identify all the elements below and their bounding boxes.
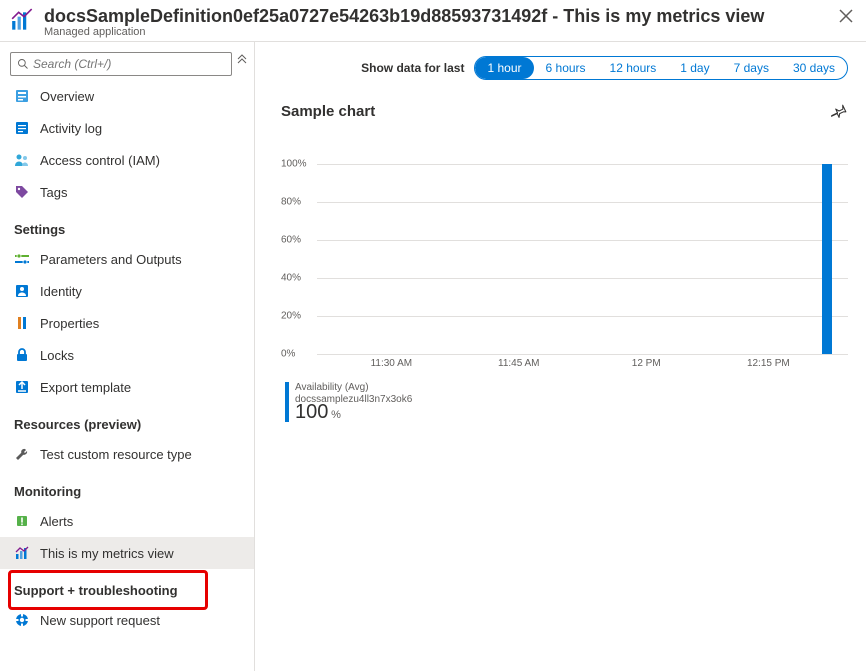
sidebar-group-label: Support + troubleshooting bbox=[0, 569, 254, 604]
sidebar-item-identity[interactable]: Identity bbox=[0, 275, 254, 307]
sidebar-item-parameters-and-outputs[interactable]: Parameters and Outputs bbox=[0, 243, 254, 275]
sidebar-item-test-custom-resource-type[interactable]: Test custom resource type bbox=[0, 438, 254, 470]
search-input[interactable] bbox=[33, 57, 225, 71]
sidebar-item-tags[interactable]: Tags bbox=[0, 176, 254, 208]
sidebar-item-label: Export template bbox=[40, 380, 131, 395]
locks-icon bbox=[14, 347, 30, 363]
sidebar-item-activity-log[interactable]: Activity log bbox=[0, 112, 254, 144]
sidebar-item-label: Identity bbox=[40, 284, 82, 299]
time-range-selector: 1 hour6 hours12 hours1 day7 days30 days bbox=[474, 56, 848, 80]
params-icon bbox=[14, 251, 30, 267]
x-tick: 11:45 AM bbox=[498, 358, 540, 369]
time-pill-1-hour[interactable]: 1 hour bbox=[475, 57, 533, 79]
sidebar-item-locks[interactable]: Locks bbox=[0, 339, 254, 371]
sidebar-item-alerts[interactable]: Alerts bbox=[0, 505, 254, 537]
metrics-icon bbox=[10, 8, 36, 34]
sidebar: Overview Activity log Access control (IAM)… bbox=[0, 42, 255, 671]
pin-icon[interactable] bbox=[830, 102, 848, 120]
activity-icon bbox=[14, 120, 30, 136]
wrench-icon bbox=[14, 446, 30, 462]
export-icon bbox=[14, 379, 30, 395]
main-content: Show data for last 1 hour6 hours12 hours… bbox=[255, 42, 866, 671]
sidebar-item-label: Locks bbox=[40, 348, 74, 363]
legend-series-name: Availability (Avg) bbox=[295, 382, 412, 394]
chart-area: 100%80%60%40%20%0% 11:30 AM11:45 AM12 PM… bbox=[281, 164, 848, 374]
time-pill-12-hours[interactable]: 12 hours bbox=[598, 57, 669, 79]
sidebar-item-label: Overview bbox=[40, 89, 94, 104]
sidebar-item-export-template[interactable]: Export template bbox=[0, 371, 254, 403]
time-pill-1-day[interactable]: 1 day bbox=[668, 57, 721, 79]
support-icon bbox=[14, 612, 30, 628]
close-icon[interactable] bbox=[838, 8, 854, 24]
legend-value: 100 bbox=[295, 401, 328, 423]
sidebar-item-label: Test custom resource type bbox=[40, 447, 192, 462]
collapse-icon[interactable] bbox=[236, 52, 248, 64]
y-tick: 80% bbox=[281, 197, 301, 208]
sidebar-item-label: Tags bbox=[40, 185, 67, 200]
search-input-wrapper[interactable] bbox=[10, 52, 232, 76]
overview-icon bbox=[14, 88, 30, 104]
search-icon bbox=[17, 58, 29, 70]
time-pill-6-hours[interactable]: 6 hours bbox=[534, 57, 598, 79]
chart-legend: Availability (Avg) docssamplezu4ll3n7x3o… bbox=[281, 382, 848, 422]
sidebar-item-properties[interactable]: Properties bbox=[0, 307, 254, 339]
sidebar-item-label: Properties bbox=[40, 316, 99, 331]
time-pill-7-days[interactable]: 7 days bbox=[722, 57, 781, 79]
tags-icon bbox=[14, 184, 30, 200]
grid-line bbox=[317, 354, 848, 355]
legend-unit: % bbox=[331, 409, 341, 421]
x-tick: 11:30 AM bbox=[371, 358, 413, 369]
sidebar-group-label: Resources (preview) bbox=[0, 403, 254, 438]
sidebar-item-new-support-request[interactable]: New support request bbox=[0, 604, 254, 636]
access-icon bbox=[14, 152, 30, 168]
metrics-icon bbox=[14, 545, 30, 561]
sidebar-item-label: New support request bbox=[40, 613, 160, 628]
y-tick: 60% bbox=[281, 235, 301, 246]
chart-bar bbox=[822, 164, 832, 354]
sidebar-item-overview[interactable]: Overview bbox=[0, 80, 254, 112]
legend-color-swatch bbox=[285, 382, 289, 422]
y-tick: 100% bbox=[281, 159, 307, 170]
identity-icon bbox=[14, 283, 30, 299]
y-tick: 40% bbox=[281, 273, 301, 284]
sidebar-item-access-control-iam-[interactable]: Access control (IAM) bbox=[0, 144, 254, 176]
properties-icon bbox=[14, 315, 30, 331]
sidebar-item-label: This is my metrics view bbox=[40, 546, 174, 561]
y-tick: 0% bbox=[281, 349, 295, 360]
chart-title: Sample chart bbox=[281, 103, 830, 120]
grid-line bbox=[317, 316, 848, 317]
sidebar-item-label: Parameters and Outputs bbox=[40, 252, 182, 267]
page-subtitle: Managed application bbox=[44, 26, 838, 38]
sidebar-item-this-is-my-metrics-view[interactable]: This is my metrics view bbox=[0, 537, 254, 569]
grid-line bbox=[317, 240, 848, 241]
grid-line bbox=[317, 202, 848, 203]
sidebar-group-label: Settings bbox=[0, 208, 254, 243]
sidebar-item-label: Alerts bbox=[40, 514, 73, 529]
page-title: docsSampleDefinition0ef25a0727e54263b19d… bbox=[44, 6, 838, 26]
alerts-icon bbox=[14, 513, 30, 529]
x-tick: 12:15 PM bbox=[747, 358, 790, 369]
time-range-label: Show data for last bbox=[361, 61, 464, 75]
blade-header: docsSampleDefinition0ef25a0727e54263b19d… bbox=[0, 0, 866, 42]
sidebar-item-label: Access control (IAM) bbox=[40, 153, 160, 168]
sidebar-item-label: Activity log bbox=[40, 121, 102, 136]
x-tick: 12 PM bbox=[632, 358, 661, 369]
grid-line bbox=[317, 164, 848, 165]
sidebar-group-label: Monitoring bbox=[0, 470, 254, 505]
y-tick: 20% bbox=[281, 311, 301, 322]
time-pill-30-days[interactable]: 30 days bbox=[781, 57, 847, 79]
grid-line bbox=[317, 278, 848, 279]
